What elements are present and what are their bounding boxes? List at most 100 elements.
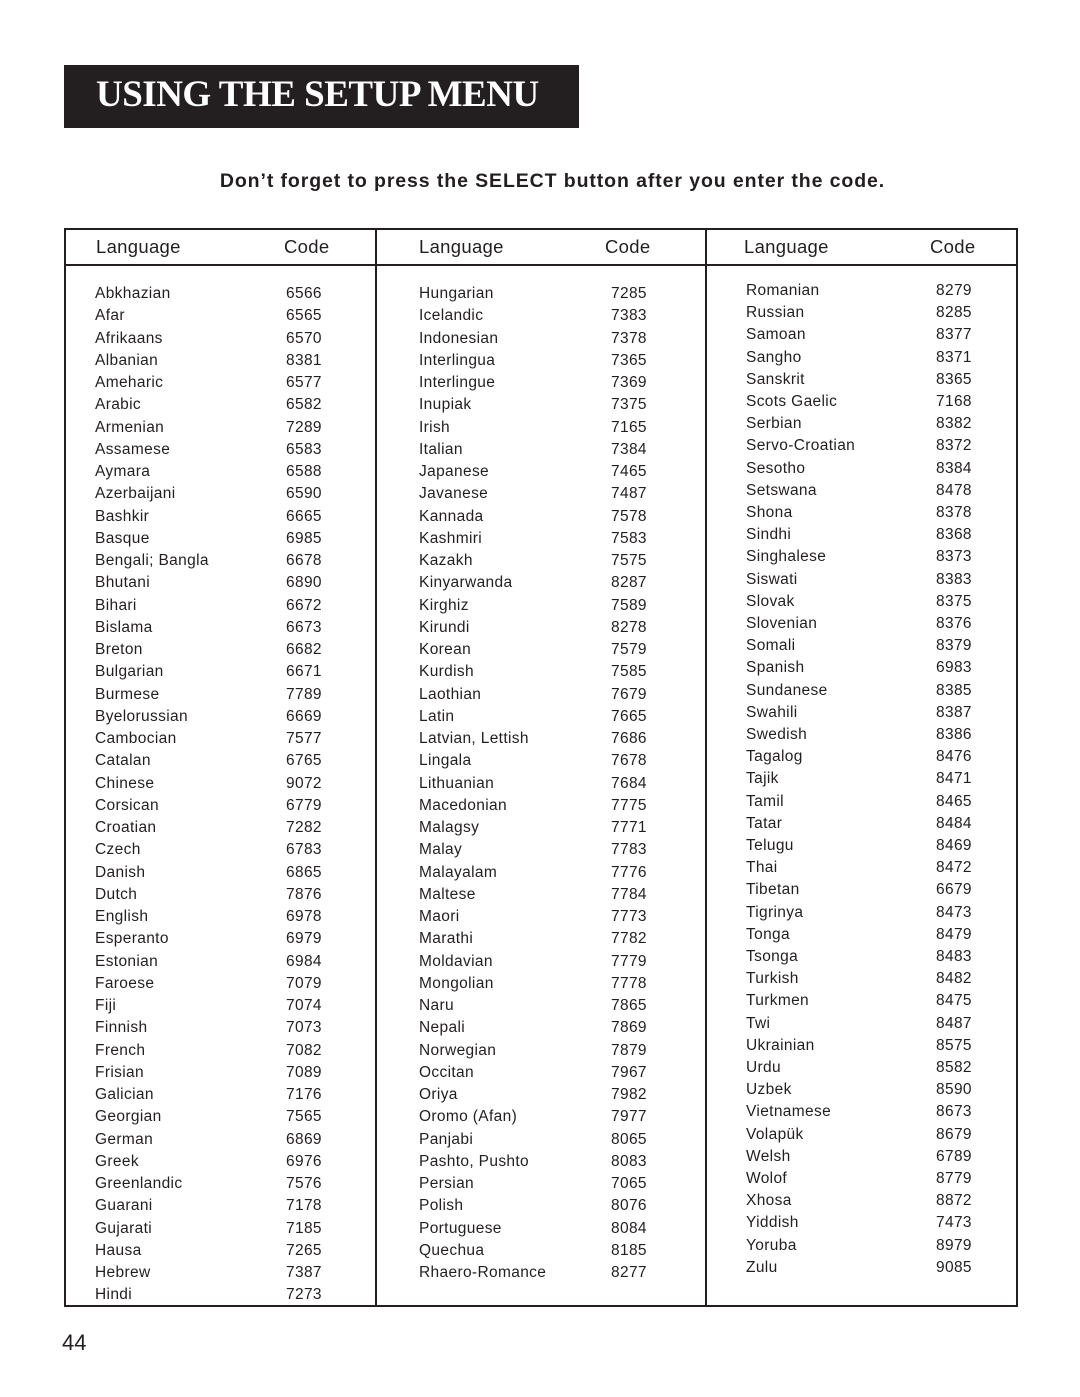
language-name: Assamese — [95, 440, 171, 458]
language-name: Dutch — [95, 885, 138, 903]
language-code: 7967 — [611, 1063, 647, 1081]
table-row: Nepali 7869 — [377, 1019, 705, 1041]
table-row: Xhosa 8872 — [707, 1192, 1018, 1214]
table-row: Indonesian 7378 — [377, 330, 705, 352]
language-name: Telugu — [746, 837, 794, 854]
table-row: Pashto, Pushto 8083 — [377, 1153, 705, 1175]
language-code: 8382 — [936, 415, 972, 433]
table-row: Kazakh 7575 — [377, 552, 705, 574]
language-code: 7684 — [611, 774, 647, 792]
language-code: 8285 — [936, 304, 972, 322]
language-code: 6783 — [286, 841, 322, 859]
language-name: Interlingua — [419, 351, 496, 369]
language-name: Slovenian — [746, 615, 818, 632]
language-code: 7065 — [611, 1175, 647, 1192]
table-row: Somali 8379 — [707, 637, 1018, 659]
language-name: Basque — [95, 529, 150, 547]
language-name: Panjabi — [419, 1130, 474, 1148]
language-code: 6669 — [286, 707, 322, 725]
language-code: 8483 — [936, 948, 972, 965]
table-row: Kannada 7578 — [377, 508, 705, 530]
table-row: Turkish 8482 — [707, 970, 1018, 992]
table-row: Yiddish 7473 — [707, 1214, 1018, 1236]
language-name: Burmese — [95, 685, 160, 703]
language-code: 8377 — [936, 326, 972, 344]
table-row: Danish 6865 — [66, 864, 375, 886]
table-row: Samoan 8377 — [707, 326, 1018, 348]
language-name: Zulu — [746, 1258, 778, 1276]
table-row: Latin 7665 — [377, 708, 705, 730]
language-code: 8590 — [936, 1081, 972, 1099]
language-name: Uzbek — [746, 1081, 792, 1099]
language-code: 7869 — [611, 1019, 647, 1037]
table-row: Macedonian 7775 — [377, 797, 705, 819]
language-code: 7289 — [286, 418, 322, 436]
language-code: 7779 — [611, 952, 647, 970]
language-name: Moldavian — [419, 952, 493, 970]
table-row: Tagalog 8476 — [707, 748, 1018, 770]
table-row: Greenlandic 7576 — [66, 1175, 375, 1197]
language-code: 7583 — [611, 529, 647, 547]
table-row: Bihari 6672 — [66, 597, 375, 619]
table-row: Kurdish 7585 — [377, 663, 705, 685]
language-name: Hindi — [95, 1286, 133, 1304]
language-name: Lithuanian — [419, 774, 495, 792]
table-row: Georgian 7565 — [66, 1108, 375, 1130]
language-name: Kannada — [419, 507, 484, 525]
language-name: Occitan — [419, 1063, 474, 1081]
table-column-1: Language Code Abkhazian 6566 Afar 6565 Afrik… — [66, 230, 375, 1305]
language-code: 7879 — [611, 1041, 647, 1059]
language-name: Shona — [746, 504, 793, 521]
language-name: Siswati — [746, 570, 798, 588]
language-code: 6570 — [286, 329, 322, 347]
language-name: Japanese — [419, 463, 490, 480]
language-name: Interlingue — [419, 374, 496, 391]
language-name: Wolof — [746, 1170, 788, 1187]
language-code: 8185 — [611, 1241, 647, 1259]
table-row: Interlingua 7365 — [377, 352, 705, 374]
language-name: Pashto, Pushto — [419, 1152, 530, 1170]
language-name: Italian — [419, 440, 463, 458]
section-title: USING THE SETUP MENU — [96, 74, 539, 115]
language-name: Finnish — [95, 1019, 148, 1037]
table-row: Uzbek 8590 — [707, 1081, 1018, 1103]
language-name: Aymara — [95, 463, 151, 480]
language-code: 8365 — [936, 370, 972, 388]
language-code: 8376 — [936, 615, 972, 632]
language-code: 8673 — [936, 1103, 972, 1121]
table-row: Naru 7865 — [377, 997, 705, 1019]
language-name: Bihari — [95, 596, 137, 614]
code-header: Code — [930, 236, 976, 257]
language-name: Kirundi — [419, 618, 470, 636]
table-row: Inupiak 7375 — [377, 396, 705, 418]
table-row: Setswana 8478 — [707, 482, 1018, 504]
language-name: Nepali — [419, 1019, 466, 1037]
table-row: Norwegian 7879 — [377, 1042, 705, 1064]
table-row: Bislama 6673 — [66, 619, 375, 641]
table-row: Tonga 8479 — [707, 926, 1018, 948]
table-row: Bengali; Bangla 6678 — [66, 552, 375, 574]
language-name: Bulgarian — [95, 663, 164, 681]
table-row: Polish 8076 — [377, 1197, 705, 1219]
table-row: Basque 6985 — [66, 530, 375, 552]
table-row: Sangho 8371 — [707, 349, 1018, 371]
table-row: Zulu 9085 — [707, 1259, 1018, 1281]
language-code: 8287 — [611, 574, 647, 592]
language-name: Hungarian — [419, 285, 494, 302]
language-code: 6682 — [286, 641, 322, 658]
language-code: 7678 — [611, 752, 647, 770]
table-row: Slovak 8375 — [707, 593, 1018, 615]
table-row: Yoruba 8979 — [707, 1237, 1018, 1259]
language-name: Spanish — [746, 659, 805, 677]
table-row: Scots Gaelic 7168 — [707, 393, 1018, 415]
language-header: Language — [96, 236, 181, 257]
language-code: 7665 — [611, 707, 647, 725]
table-row: Tigrinya 8473 — [707, 904, 1018, 926]
table-row: Ameharic 6577 — [66, 374, 375, 396]
language-code: 8779 — [936, 1170, 972, 1187]
language-name: Albanian — [95, 351, 159, 369]
language-code: 6789 — [936, 1147, 972, 1165]
table-row: Turkmen 8475 — [707, 992, 1018, 1014]
language-name: German — [95, 1130, 154, 1148]
language-code: 6984 — [286, 952, 322, 970]
